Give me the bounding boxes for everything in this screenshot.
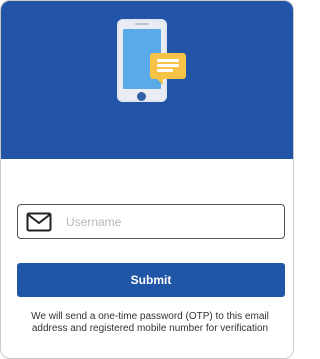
phone-speaker	[135, 23, 149, 25]
message-line	[157, 59, 179, 62]
otp-card: Submit We will send a one-time password …	[0, 0, 294, 359]
username-field[interactable]	[17, 204, 285, 239]
otp-info-text: We will send a one-time password (OTP) t…	[31, 311, 269, 334]
message-bubble-icon	[150, 53, 186, 85]
hero-banner	[1, 1, 293, 159]
message-line	[157, 69, 173, 72]
submit-button[interactable]: Submit	[17, 263, 285, 297]
phone-home-button	[137, 92, 146, 101]
username-input[interactable]	[66, 214, 256, 229]
message-line	[157, 64, 179, 67]
mail-icon	[26, 212, 52, 231]
